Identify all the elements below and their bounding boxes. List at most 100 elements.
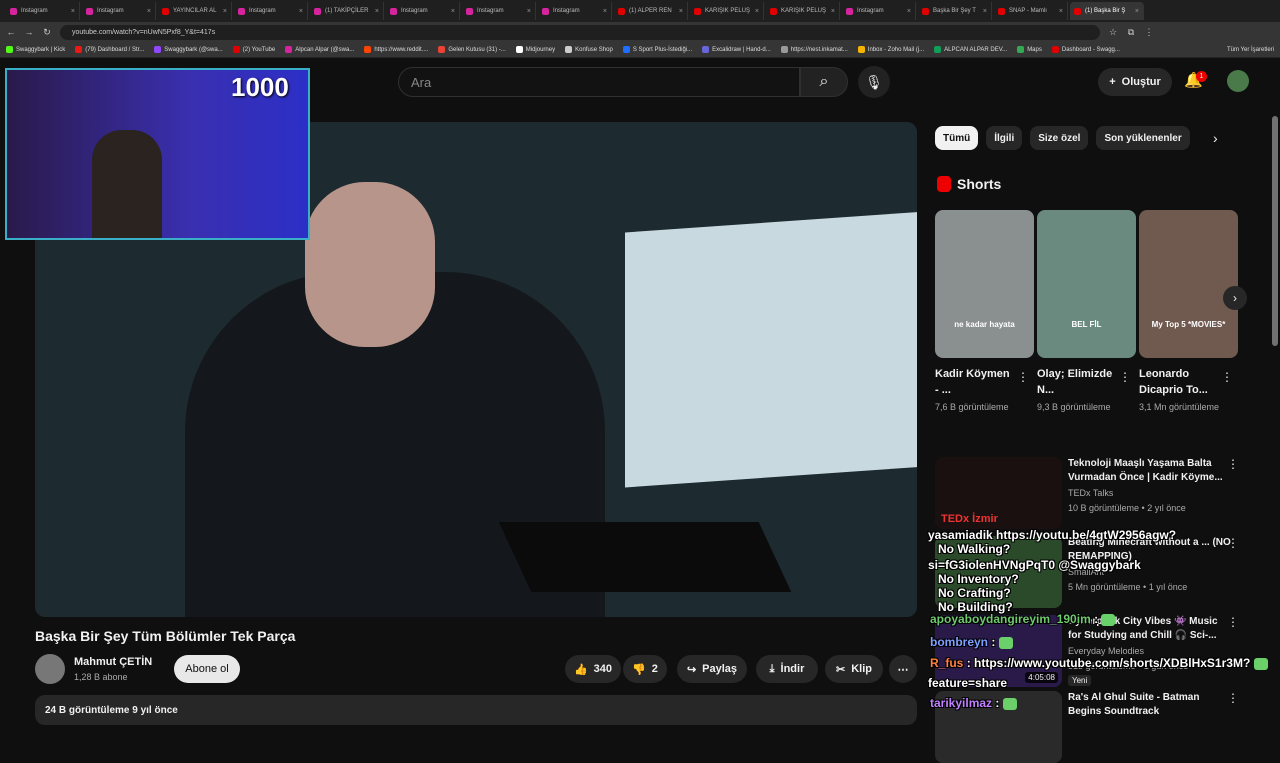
short-thumbnail[interactable]: My Top 5 *MOVIES* [1139,210,1238,358]
more-icon[interactable]: ⋮ [1221,370,1233,384]
recommended-video[interactable]: TEDx İzmir Teknoloji Maaşlı Yaşama Balta … [935,457,1255,529]
browser-tab[interactable]: Instagram × [6,2,80,20]
download-button[interactable]: ⤓ İndir [756,655,818,683]
bookmark-item[interactable]: Alpcan Alpar (@swa... [285,46,354,53]
search-input[interactable]: Ara [398,67,800,97]
bookmark-item[interactable]: Maps [1017,46,1042,53]
browser-tab[interactable]: (1) ALPER REN × [614,2,688,20]
video-title[interactable]: Teknoloji Maaşlı Yaşama Balta Vurmadan Ö… [1068,457,1233,485]
video-thumbnail[interactable] [935,691,1062,763]
short-title[interactable]: Leonardo Dicaprio To... [1139,366,1219,398]
page-scrollbar[interactable] [1272,116,1278,346]
close-icon[interactable]: × [223,8,227,15]
clip-button[interactable]: ✂ Klip [825,655,883,683]
browser-tab[interactable]: Instagram × [538,2,612,20]
video-title[interactable]: Ra's Al Ghul Suite - Batman Begins Sound… [1068,691,1233,719]
close-icon[interactable]: × [983,8,987,15]
video-thumbnail[interactable]: 4:05:08 [935,615,1062,687]
extensions-icon[interactable]: ⧉ [1126,27,1136,38]
bookmark-item[interactable]: Konfuse Shop [565,46,613,53]
search-button[interactable]: ⌕ [800,67,848,97]
menu-icon[interactable]: ⋮ [1144,27,1154,38]
filter-chip[interactable]: Son yüklenenler [1096,126,1190,150]
short-card[interactable]: My Top 5 *MOVIES* Leonardo Dicaprio To...… [1139,210,1238,414]
close-icon[interactable]: × [147,8,151,15]
close-icon[interactable]: × [755,8,759,15]
more-actions-button[interactable]: ⋯ [889,655,917,683]
bookmark-item[interactable]: Gelen Kutusu (31) -... [438,46,506,53]
bookmark-star-icon[interactable]: ☆ [1108,27,1118,38]
browser-tab[interactable]: Instagram × [234,2,308,20]
chevron-right-icon[interactable]: › [1213,130,1218,146]
more-icon[interactable]: ⋮ [1227,691,1239,705]
video-thumbnail[interactable] [935,536,1062,608]
short-card[interactable]: ne kadar hayata Kadir Köymen - ... 7,6 B g… [935,210,1034,414]
close-icon[interactable]: × [1059,8,1063,15]
video-title[interactable]: Cyberpunk City Vibes 👾 Music for Studyin… [1068,615,1233,643]
browser-tab[interactable]: Başka Bir Şey T × [918,2,992,20]
reload-icon[interactable]: ↻ [42,27,52,38]
browser-tab[interactable]: (1) Başka Bir Ş × [1070,2,1144,20]
bookmark-item[interactable]: Swaggybark (@swa... [154,46,223,53]
close-icon[interactable]: × [375,8,379,15]
close-icon[interactable]: × [603,8,607,15]
description-box[interactable]: 24 B görüntüleme 9 yıl önce [35,695,917,725]
browser-tab[interactable]: Instagram × [462,2,536,20]
close-icon[interactable]: × [831,8,835,15]
more-icon[interactable]: ⋮ [1227,615,1239,629]
voice-search-button[interactable]: 🎙 [858,66,890,98]
close-icon[interactable]: × [679,8,683,15]
recommended-video[interactable]: Beating Minecraft without a ... (NO REMA… [935,536,1255,608]
browser-tab[interactable]: SNAP - Mamlı × [994,2,1068,20]
video-channel[interactable]: TEDx Talks [1068,488,1113,498]
filter-chip[interactable]: Size özel [1030,126,1089,150]
more-icon[interactable]: ⋮ [1227,536,1239,550]
bookmark-item[interactable]: Midjourney [515,46,555,53]
video-channel[interactable]: SmallAnt [1068,567,1104,577]
browser-tab[interactable]: Instagram × [82,2,156,20]
more-icon[interactable]: ⋮ [1017,370,1029,384]
browser-tab[interactable]: KARIŞIK PELUŞ × [690,2,764,20]
channel-name[interactable]: Mahmut ÇETİN [74,656,152,668]
back-icon[interactable]: ← [6,27,16,37]
more-icon[interactable]: ⋮ [1227,457,1239,471]
bookmark-item[interactable]: S Sport Plus-İstediği... [622,46,692,53]
subscribe-button[interactable]: Abone ol [174,655,240,683]
video-channel[interactable]: Everyday Melodies [1068,646,1144,656]
browser-tab[interactable]: (1) TAKİPÇİLER × [310,2,384,20]
filter-chip[interactable]: İlgili [986,126,1023,150]
bookmark-item[interactable]: ALPCAN ALPAR DEV... [934,46,1007,53]
more-icon[interactable]: ⋮ [1119,370,1131,384]
bookmark-item[interactable]: Swaggybark | Kick [6,46,65,53]
browser-tab[interactable]: YAYINCILAR AL × [158,2,232,20]
close-icon[interactable]: × [299,8,303,15]
bookmark-item[interactable]: Excalidraw | Hand-d... [702,46,771,53]
forward-icon[interactable]: → [24,27,34,37]
short-title[interactable]: Olay; Elimizde N... [1037,366,1117,398]
close-icon[interactable]: × [527,8,531,15]
account-avatar[interactable] [1227,70,1249,92]
filter-chip[interactable]: Tümü [935,126,979,150]
close-icon[interactable]: × [451,8,455,15]
url-field[interactable]: youtube.com/watch?v=nUwN5Pxf8_Y&t=417s [60,24,1100,40]
bookmark-item[interactable]: Dashboard - Swagg... [1051,46,1120,53]
recommended-video[interactable]: Ra's Al Ghul Suite - Batman Begins Sound… [935,691,1255,763]
close-icon[interactable]: × [907,8,911,15]
short-thumbnail[interactable]: BEL FİL [1037,210,1136,358]
share-button[interactable]: ↪ Paylaş [677,655,747,683]
browser-tab[interactable]: KARIŞIK PELUŞ × [766,2,840,20]
browser-tab[interactable]: Instagram × [386,2,460,20]
bookmark-item[interactable]: https://nest.inkamat... [780,46,848,53]
bookmark-item[interactable]: https://www.reddit.... [364,46,428,53]
all-bookmarks[interactable]: Tüm Yer İşaretleri [1227,47,1274,53]
short-title[interactable]: Kadir Köymen - ... [935,366,1015,398]
short-card[interactable]: BEL FİL Olay; Elimizde N... 9,3 B görüntül… [1037,210,1136,414]
bookmark-item[interactable]: (2) YouTube [232,46,275,53]
like-button[interactable]: 👍 340 [565,655,621,683]
close-icon[interactable]: × [71,8,75,15]
video-thumbnail[interactable]: TEDx İzmir [935,457,1062,529]
close-icon[interactable]: × [1135,8,1139,15]
channel-avatar[interactable] [35,654,65,684]
recommended-video[interactable]: 4:05:08 Cyberpunk City Vibes 👾 Music for … [935,615,1255,687]
create-button[interactable]: + Oluştur [1098,68,1172,96]
